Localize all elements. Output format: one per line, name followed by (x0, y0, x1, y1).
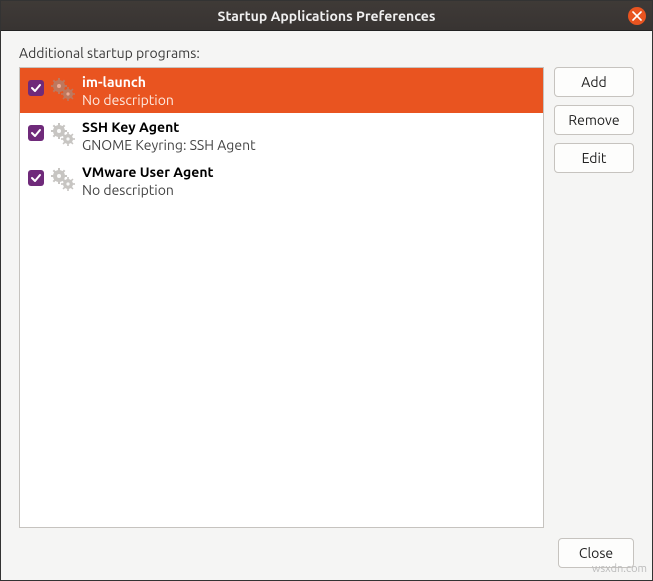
remove-button[interactable]: Remove (554, 105, 634, 135)
close-icon (632, 8, 642, 24)
window-close-button[interactable] (628, 7, 646, 25)
list-item[interactable]: im-launchNo description (20, 68, 543, 113)
item-description: No description (82, 92, 174, 110)
item-description: No description (82, 182, 214, 200)
edit-button[interactable]: Edit (554, 143, 634, 173)
main-row: im-launchNo description SSH Key AgentGNO… (19, 67, 634, 528)
enable-checkbox[interactable] (28, 80, 44, 96)
window-body: Additional startup programs: im-launchNo… (1, 31, 652, 580)
titlebar: Startup Applications Preferences (1, 1, 652, 31)
window-title: Startup Applications Preferences (218, 8, 436, 24)
add-button[interactable]: Add (554, 67, 634, 97)
item-name: SSH Key Agent (82, 119, 256, 137)
item-name: VMware User Agent (82, 164, 214, 182)
list-item[interactable]: SSH Key AgentGNOME Keyring: SSH Agent (20, 113, 543, 158)
gear-icon (50, 121, 76, 147)
item-text-group: im-launchNo description (82, 74, 174, 109)
item-description: GNOME Keyring: SSH Agent (82, 137, 256, 155)
enable-checkbox[interactable] (28, 170, 44, 186)
list-item[interactable]: VMware User AgentNo description (20, 158, 543, 203)
footer: Close (19, 538, 634, 568)
item-text-group: VMware User AgentNo description (82, 164, 214, 199)
side-button-group: Add Remove Edit (554, 67, 634, 528)
section-label: Additional startup programs: (19, 45, 634, 61)
enable-checkbox[interactable] (28, 125, 44, 141)
item-text-group: SSH Key AgentGNOME Keyring: SSH Agent (82, 119, 256, 154)
gear-icon (50, 76, 76, 102)
gear-icon (50, 166, 76, 192)
startup-program-list[interactable]: im-launchNo description SSH Key AgentGNO… (19, 67, 544, 528)
item-name: im-launch (82, 74, 174, 92)
close-button[interactable]: Close (558, 538, 634, 568)
